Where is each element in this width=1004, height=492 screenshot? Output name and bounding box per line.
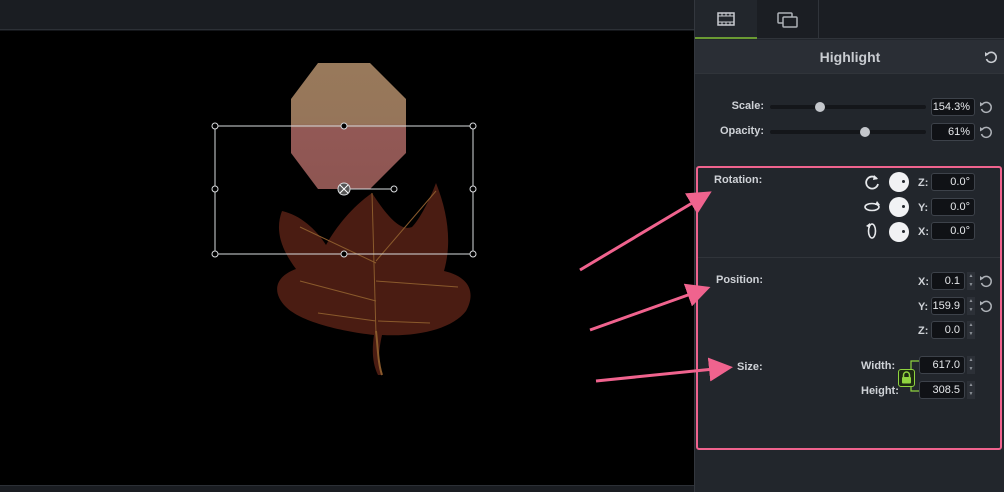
position-y-field[interactable]: 159.9 <box>931 297 965 315</box>
position-label: Position: <box>716 274 764 286</box>
position-z-field[interactable]: 0.0 <box>931 321 965 339</box>
rotation-label: Rotation: <box>714 174 763 186</box>
tab-visual-properties[interactable] <box>695 0 757 39</box>
scale-label: Scale: <box>731 100 764 112</box>
rotate-y-icon <box>864 201 880 212</box>
leaf-image[interactable] <box>277 183 471 376</box>
size-label: Size: <box>737 361 763 373</box>
canvas-bottom-bar <box>0 485 694 492</box>
rotation-z-dial[interactable] <box>889 172 909 192</box>
rotate-x-icon <box>866 223 877 239</box>
captions-icon <box>776 11 798 28</box>
canvas-artwork <box>211 63 477 376</box>
canvas-top-bar <box>0 0 694 30</box>
rotation-x-dial[interactable] <box>889 222 909 242</box>
position-x-field[interactable]: 0.1 <box>931 272 965 290</box>
rotate-z-icon <box>865 175 879 190</box>
position-y-axis-label: Y: <box>918 301 929 313</box>
position-z-axis-label: Z: <box>918 325 929 337</box>
width-label: Width: <box>861 360 896 372</box>
scale-reset-icon[interactable] <box>979 100 993 114</box>
position-y-stepper[interactable]: ▲ ▼ <box>967 297 975 315</box>
section-divider <box>696 257 1002 258</box>
scale-slider-knob[interactable] <box>814 102 825 112</box>
rotation-z-field[interactable]: 0.0° <box>931 173 975 191</box>
aspect-lock-button[interactable] <box>898 369 915 387</box>
width-stepper[interactable]: ▲ ▼ <box>967 356 975 374</box>
lock-icon <box>902 371 911 384</box>
preview-canvas[interactable] <box>0 31 694 485</box>
position-z-stepper[interactable]: ▲ ▼ <box>967 321 975 339</box>
scale-slider-track[interactable] <box>770 105 926 109</box>
opacity-label: Opacity: <box>719 125 764 137</box>
properties-panel: Highlight <box>694 0 1004 492</box>
panel-header: Highlight <box>695 40 1004 74</box>
opacity-slider-track[interactable] <box>770 130 926 134</box>
opacity-reset-icon[interactable] <box>979 125 993 139</box>
rotation-x-field[interactable]: 0.0° <box>931 222 975 240</box>
opacity-value-field[interactable]: 61% <box>931 123 975 141</box>
position-y-reset-icon[interactable] <box>979 299 993 313</box>
canvas-area <box>0 0 694 492</box>
rotation-y-field[interactable]: 0.0° <box>931 198 975 216</box>
width-field[interactable]: 617.0 <box>919 356 965 374</box>
position-x-stepper[interactable]: ▲ ▼ <box>967 272 975 290</box>
film-strip-icon <box>717 11 735 26</box>
height-field[interactable]: 308.5 <box>919 381 965 399</box>
rotation-y-dial[interactable] <box>889 197 909 217</box>
position-x-axis-label: X: <box>918 276 929 288</box>
rotation-z-axis-label: Z: <box>918 177 929 189</box>
tab-captions[interactable] <box>757 0 819 39</box>
panel-title: Highlight <box>819 49 881 65</box>
position-x-reset-icon[interactable] <box>979 274 993 288</box>
panel-tab-bar <box>695 0 1004 39</box>
height-stepper[interactable]: ▲ ▼ <box>967 381 975 399</box>
height-label: Height: <box>861 385 899 397</box>
reset-all-icon[interactable] <box>984 50 998 64</box>
scale-value-field[interactable]: 154.3% <box>931 98 975 116</box>
rotation-x-axis-label: X: <box>918 226 929 238</box>
rotation-y-axis-label: Y: <box>918 202 929 214</box>
